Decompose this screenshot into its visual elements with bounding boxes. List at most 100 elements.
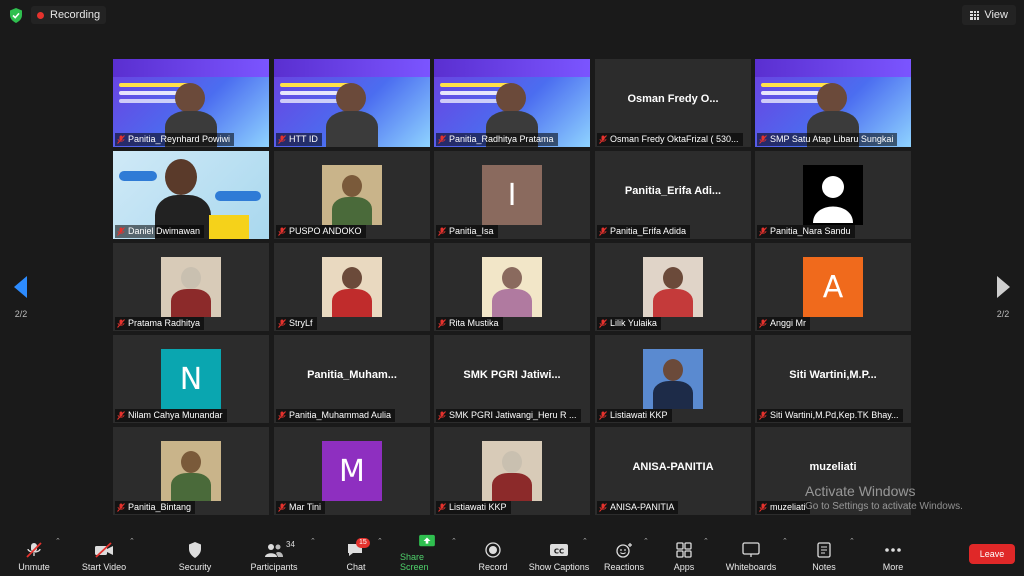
participant-tile[interactable]: Daniel Dwimawan	[113, 151, 269, 239]
reactions-options-caret[interactable]: ⌃	[643, 537, 649, 545]
reactions-button[interactable]: Reactions	[603, 534, 645, 576]
participant-name-label: Pratama Radhitya	[115, 317, 205, 330]
participant-tile[interactable]: Panitia_Erifa Adi... Panitia_Erifa Adida	[595, 151, 751, 239]
participant-tile[interactable]: StryLf	[274, 243, 430, 331]
apps-options-caret[interactable]: ⌃	[703, 537, 709, 545]
participant-tile[interactable]: Panitia_Bintang	[113, 427, 269, 515]
participant-tile[interactable]: A Anggi Mr	[755, 243, 911, 331]
participant-name-label: StryLf	[276, 317, 317, 330]
participant-tile[interactable]: Listiawati KKP	[595, 335, 751, 423]
participant-tile[interactable]: PUSPO ANDOKO	[274, 151, 430, 239]
participant-name: Panitia_Bintang	[128, 502, 192, 512]
participant-name: Pratama Radhitya	[128, 318, 201, 328]
participant-tile[interactable]: Osman Fredy O... Osman Fredy OktaFrizal (…	[595, 59, 751, 147]
muted-mic-icon	[278, 411, 286, 420]
participants-options-caret[interactable]: ⌃	[310, 537, 316, 545]
next-page-button[interactable]: 2/2	[992, 276, 1014, 319]
participant-name: Osman Fredy OktaFrizal ( 530...	[610, 134, 739, 144]
security-label: Security	[178, 562, 212, 572]
shield-icon[interactable]	[9, 8, 23, 23]
muted-mic-icon	[278, 503, 286, 512]
initial-avatar: A	[803, 257, 863, 317]
chat-button[interactable]: 15 Chat	[340, 534, 372, 576]
whiteboards-button[interactable]: Whiteboards	[724, 534, 778, 576]
participant-name-label: Listiawati KKP	[597, 409, 672, 422]
participant-tile[interactable]: M Mar Tini	[274, 427, 430, 515]
start-video-button[interactable]: Start Video	[80, 534, 128, 576]
video-options-caret[interactable]: ⌃	[129, 537, 135, 545]
previous-page-button[interactable]: 2/2	[10, 276, 32, 319]
captions-options-caret[interactable]: ⌃	[582, 537, 588, 545]
chat-options-caret[interactable]: ⌃	[377, 537, 383, 545]
participant-tile[interactable]: ANISA-PANITIA ANISA-PANITIA	[595, 427, 751, 515]
notes-options-caret[interactable]: ⌃	[849, 537, 855, 545]
participant-name: Anggi Mr	[770, 318, 807, 328]
show-captions-button[interactable]: CC Show Captions	[528, 534, 590, 576]
top-bar: Recording View	[0, 0, 1024, 30]
watermark-title: Activate Windows	[805, 483, 916, 499]
participant-name-label: Panitia_Erifa Adida	[597, 225, 691, 238]
apps-button[interactable]: Apps	[670, 534, 698, 576]
participant-tile[interactable]: SMP Satu Atap Libaru Sungkai	[755, 59, 911, 147]
muted-mic-icon	[759, 135, 767, 144]
participant-tile[interactable]: Panitia_Muham... Panitia_Muhammad Aulia	[274, 335, 430, 423]
audio-options-caret[interactable]: ⌃	[55, 537, 61, 545]
share-screen-button[interactable]: Share Screen	[400, 534, 454, 576]
recording-indicator[interactable]: Recording	[31, 6, 107, 24]
apps-label: Apps	[673, 562, 695, 572]
participant-name-label: ANISA-PANITIA	[597, 501, 679, 514]
participant-tile[interactable]: I Panitia_Isa	[434, 151, 590, 239]
participant-display-name: Panitia_Muham...	[307, 369, 397, 381]
muted-mic-icon	[438, 227, 446, 236]
participant-name-label: HTT ID	[276, 133, 322, 146]
whiteboards-options-caret[interactable]: ⌃	[782, 537, 788, 545]
participant-name: Listiawati KKP	[449, 502, 507, 512]
unmute-button[interactable]: Unmute	[16, 534, 52, 576]
participant-name-label: Siti Wartini,M.Pd,Kep.TK Bhay...	[757, 409, 903, 422]
more-label: More	[882, 562, 904, 572]
notes-icon	[817, 542, 831, 558]
recording-dot-icon	[37, 11, 44, 19]
security-button[interactable]: Security	[176, 534, 214, 576]
participant-name: Panitia_Nara Sandu	[770, 226, 851, 236]
participant-tile[interactable]: HTT ID	[274, 59, 430, 147]
participant-display-name: muzeliati	[809, 461, 857, 473]
participant-display-name: Osman Fredy O...	[627, 93, 719, 105]
share-options-caret[interactable]: ⌃	[451, 537, 457, 545]
participant-tile[interactable]: Panitia_Nara Sandu	[755, 151, 911, 239]
muted-mic-icon	[117, 503, 125, 512]
muted-mic-icon	[438, 503, 446, 512]
participant-name-label: Nilam Cahya Munandar	[115, 409, 227, 422]
participants-button[interactable]: 34 Participants	[248, 534, 300, 576]
notes-button[interactable]: Notes	[809, 534, 839, 576]
profile-photo	[322, 165, 382, 225]
leave-button[interactable]: Leave	[969, 544, 1015, 564]
participant-name-label: muzeliati	[757, 501, 810, 514]
participant-tile[interactable]: Listiawati KKP	[434, 427, 590, 515]
participant-display-name: ANISA-PANITIA	[632, 461, 714, 473]
participant-tile[interactable]: Rita Mustika	[434, 243, 590, 331]
whiteboards-label: Whiteboards	[725, 562, 777, 572]
meeting-toolbar: Unmute ⌃ Start Video ⌃ Security 34 Parti…	[0, 534, 1024, 576]
participant-display-name: SMK PGRI Jatiwi...	[463, 369, 561, 381]
participant-name: HTT ID	[289, 134, 318, 144]
participant-tile[interactable]: Pratama Radhitya	[113, 243, 269, 331]
participant-name: Panitia_Radhitya Pratama	[449, 134, 554, 144]
participant-name: SMP Satu Atap Libaru Sungkai	[770, 134, 894, 144]
record-button[interactable]: Record	[476, 534, 510, 576]
security-shield-icon	[189, 542, 201, 558]
more-button[interactable]: More	[878, 534, 908, 576]
participant-tile[interactable]: Lilik Yulaika	[595, 243, 751, 331]
participant-name: Rita Mustika	[449, 318, 499, 328]
activate-windows-watermark: Activate Windows Go to Settings to activ…	[805, 483, 963, 512]
participant-tile[interactable]: Panitia_Radhitya Pratama	[434, 59, 590, 147]
participant-tile[interactable]: Siti Wartini,M.P... Siti Wartini,M.Pd,Kep…	[755, 335, 911, 423]
participant-tile[interactable]: SMK PGRI Jatiwi... SMK PGRI Jatiwangi_Her…	[434, 335, 590, 423]
notes-label: Notes	[812, 562, 836, 572]
muted-mic-icon	[117, 135, 125, 144]
participant-tile[interactable]: Panitia_Reynhard Powiwi	[113, 59, 269, 147]
view-button[interactable]: View	[962, 5, 1016, 25]
participant-name-label: Daniel Dwimawan	[115, 225, 205, 238]
participant-tile[interactable]: N Nilam Cahya Munandar	[113, 335, 269, 423]
participant-name-label: Anggi Mr	[757, 317, 811, 330]
